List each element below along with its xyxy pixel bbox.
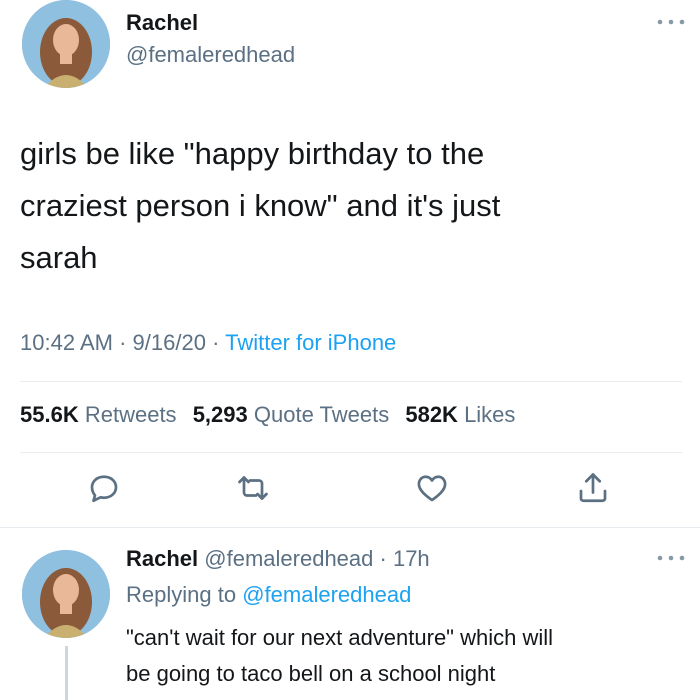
reply-header: Rachel @femaleredhead · 17h (126, 546, 430, 572)
display-name[interactable]: Rachel (126, 10, 198, 36)
more-horizontal-icon[interactable] (654, 550, 688, 571)
like-icon[interactable] (414, 470, 450, 506)
reply-age[interactable]: 17h (393, 546, 430, 571)
divider (20, 452, 682, 453)
tweet-meta: 10:42 AM · 9/16/20 · Twitter for iPhone (20, 330, 396, 356)
reply-text-line: "can't wait for our next adventure" whic… (126, 625, 554, 650)
thread-line (65, 646, 68, 700)
likes-count: 582K (405, 402, 458, 427)
share-icon[interactable] (575, 470, 611, 506)
reply-tweet[interactable]: Rachel @femaleredhead · 17h Replying to … (0, 528, 700, 700)
main-tweet: Rachel @femaleredhead girls be like "hap… (0, 0, 700, 528)
engagement-stats: 55.6K Retweets 5,293 Quote Tweets 582K L… (20, 402, 515, 428)
handle[interactable]: @femaleredhead (126, 42, 295, 68)
separator-dot: · (212, 330, 226, 355)
likes-label: Likes (464, 402, 516, 427)
replying-prefix: Replying to (126, 582, 237, 607)
more-horizontal-icon[interactable] (654, 14, 688, 30)
tweet-time[interactable]: 10:42 AM (20, 330, 113, 355)
reply-display-name[interactable]: Rachel (126, 546, 198, 571)
reply-text-line: be going to taco bell on a school night (126, 661, 496, 686)
reply-icon[interactable] (86, 470, 122, 506)
retweets-stat[interactable]: 55.6K Retweets (20, 402, 177, 427)
separator-dot: · (373, 546, 393, 571)
profile-photo-icon (22, 550, 110, 638)
retweet-icon[interactable] (235, 470, 271, 506)
quote-tweets-label: Quote Tweets (253, 402, 390, 427)
reply-handle[interactable]: @femaleredhead (204, 546, 373, 571)
tweet-date[interactable]: 9/16/20 (133, 330, 206, 355)
replying-to-mention[interactable]: @femaleredhead (242, 582, 411, 607)
retweets-label: Retweets (84, 402, 177, 427)
tweet-text-line: girls be like "happy birthday to the (20, 136, 485, 171)
profile-photo-icon (22, 0, 110, 88)
separator-dot: · (119, 330, 133, 355)
likes-stat[interactable]: 582K Likes (405, 402, 515, 427)
tweet-source-link[interactable]: Twitter for iPhone (225, 330, 396, 355)
quote-tweets-stat[interactable]: 5,293 Quote Tweets (193, 402, 390, 427)
tweet-actions (0, 470, 700, 510)
avatar[interactable] (22, 0, 110, 88)
tweet-text: girls be like "happy birthday to the cra… (20, 128, 660, 284)
avatar[interactable] (22, 550, 110, 638)
retweets-count: 55.6K (20, 402, 79, 427)
tweet-text-line: craziest person i know" and it's just (20, 188, 501, 223)
tweet-text-line: sarah (20, 240, 98, 275)
reply-text: "can't wait for our next adventure" whic… (126, 620, 686, 692)
quote-tweets-count: 5,293 (192, 402, 248, 427)
divider (20, 381, 682, 382)
replying-to: Replying to @femaleredhead (126, 582, 411, 608)
